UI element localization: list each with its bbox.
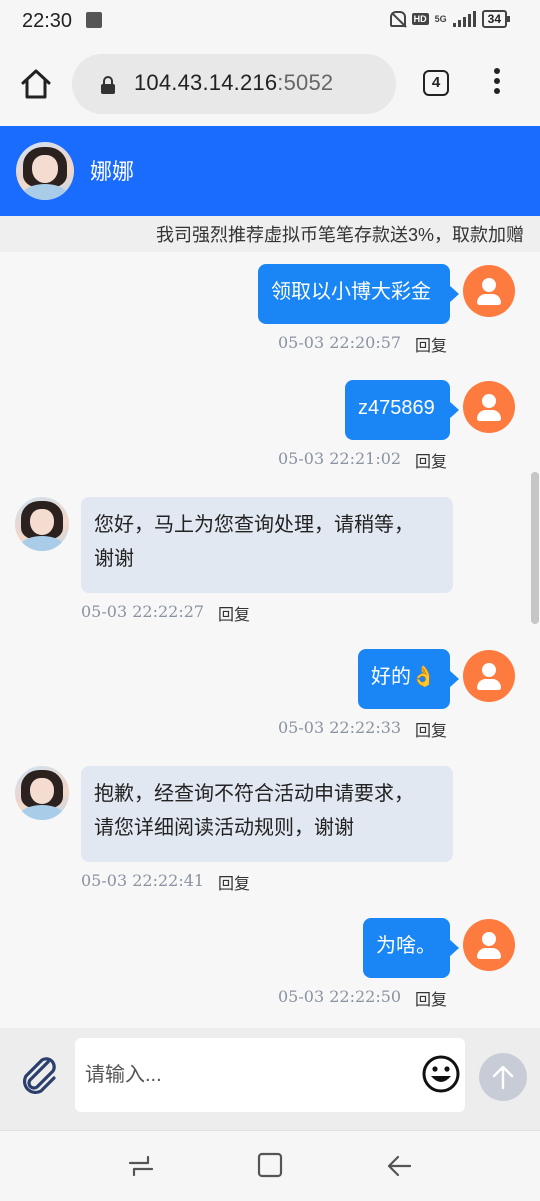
agent-avatar — [15, 497, 69, 551]
battery-level: 34 — [481, 10, 507, 28]
reply-link[interactable]: 回复 — [415, 986, 447, 1010]
message-text-line2: 请您详细阅读活动规则，谢谢 — [94, 817, 354, 839]
message-time: 05-03 22:20:57 — [278, 333, 402, 352]
user-avatar-icon — [463, 265, 515, 317]
network-label: 5G — [434, 13, 447, 24]
url-port: :5052 — [277, 70, 334, 95]
message-time: 05-03 22:22:27 — [81, 602, 205, 621]
mute-icon — [389, 11, 406, 27]
message-bubble-in: 抱歉，经查询不符合活动申请要求， 请您详细阅读活动规则，谢谢 — [81, 766, 453, 862]
lock-icon — [101, 76, 115, 94]
message-time: 05-03 22:22:41 — [81, 871, 205, 890]
note-icon — [86, 12, 102, 28]
message-time: 05-03 22:22:50 — [278, 987, 402, 1006]
chat-header: 娜娜 — [0, 126, 540, 216]
status-time: 22:30 — [22, 10, 73, 32]
url-host: 104.43.14.216 — [134, 70, 278, 95]
message-bubble-out: 为啥。 — [363, 918, 459, 978]
message-input[interactable] — [83, 1056, 407, 1094]
reply-link[interactable]: 回复 — [415, 448, 447, 472]
message-text: z475869 — [358, 397, 435, 419]
send-button[interactable] — [479, 1053, 527, 1101]
address-bar[interactable]: 104.43.14.216:5052 — [72, 54, 396, 114]
user-avatar-icon — [463, 650, 515, 702]
paperclip-icon[interactable] — [18, 1052, 60, 1096]
url-text: 104.43.14.216:5052 — [134, 70, 333, 96]
battery-icon: 34 — [481, 10, 510, 28]
message-time: 05-03 22:22:33 — [278, 718, 402, 737]
message-text-line1: 您好，马上为您查询处理，请稍等， — [94, 514, 414, 536]
message-bubble-out: 领取以小博大彩金 — [258, 264, 459, 324]
reply-link[interactable]: 回复 — [218, 870, 250, 894]
message-time: 05-03 22:21:02 — [278, 449, 402, 468]
agent-name: 娜娜 — [90, 159, 135, 184]
message-input-box[interactable] — [75, 1038, 465, 1112]
notice-text: 我司强烈推荐虚拟币笔笔存款送3%，取款加赠 — [156, 225, 525, 245]
recent-apps-icon[interactable] — [128, 1153, 154, 1179]
message-text: 领取以小博大彩金 — [271, 281, 431, 303]
message-text: 为啥。 — [376, 935, 436, 957]
status-icons: HD 5G 34 — [389, 10, 510, 28]
composer-bar — [0, 1028, 540, 1130]
more-icon[interactable] — [486, 68, 508, 100]
message-text-line2: 谢谢 — [94, 548, 134, 570]
home-icon[interactable] — [18, 66, 54, 102]
user-avatar-icon — [463, 919, 515, 971]
status-bar: 22:30 HD 5G 34 — [0, 0, 540, 42]
message-text-line1: 抱歉，经查询不符合活动申请要求， — [94, 783, 414, 805]
hd-badge: HD — [411, 13, 429, 25]
home-square-icon[interactable] — [256, 1151, 284, 1179]
message-bubble-out: z475869 — [345, 380, 459, 440]
agent-avatar — [15, 766, 69, 820]
notice-bar: 我司强烈推荐虚拟币笔笔存款送3%，取款加赠 — [0, 216, 540, 252]
chat-messages[interactable]: 领取以小博大彩金 05-03 22:20:57 回复 z475869 05-03… — [0, 252, 540, 1028]
reply-link[interactable]: 回复 — [415, 717, 447, 741]
emoji-icon[interactable] — [421, 1054, 461, 1094]
browser-toolbar: 104.43.14.216:5052 4 — [0, 42, 540, 126]
back-icon[interactable] — [386, 1153, 412, 1179]
message-text: 好的👌 — [371, 666, 436, 688]
signal-icon — [452, 11, 476, 27]
system-nav-bar — [0, 1130, 540, 1201]
message-bubble-in: 您好，马上为您查询处理，请稍等， 谢谢 — [81, 497, 453, 593]
reply-link[interactable]: 回复 — [218, 601, 250, 625]
message-bubble-out: 好的👌 — [358, 649, 459, 709]
tabs-icon[interactable]: 4 — [423, 70, 449, 96]
reply-link[interactable]: 回复 — [415, 332, 447, 356]
scrollbar[interactable] — [531, 472, 539, 624]
agent-avatar — [16, 142, 74, 200]
send-arrow-icon — [492, 1065, 514, 1090]
user-avatar-icon — [463, 381, 515, 433]
